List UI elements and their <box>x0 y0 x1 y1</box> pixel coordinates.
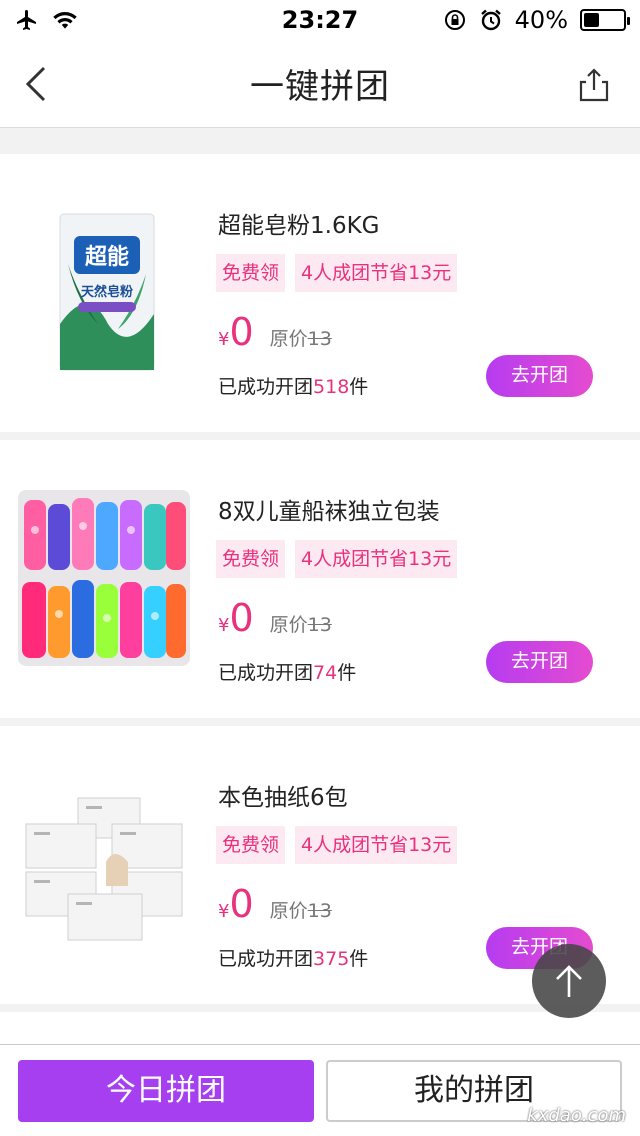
sold-count-row: 已成功开团518件 <box>218 372 368 399</box>
free-tag: 免费领 <box>216 826 286 864</box>
sold-count-row: 已成功开团375件 <box>218 944 368 971</box>
sold-count: 518 <box>313 376 350 398</box>
watermark: kxdao.com <box>527 1105 626 1126</box>
rotation-lock-icon <box>444 10 465 30</box>
price-value: 0 <box>229 310 254 354</box>
sold-prefix: 已成功开团 <box>218 662 314 684</box>
start-group-button[interactable]: 去开团 <box>486 355 593 397</box>
back-icon[interactable] <box>18 62 58 106</box>
original-price-label: 原价 <box>269 614 308 636</box>
product-title[interactable]: 8双儿童船袜独立包装 <box>218 492 440 526</box>
price-row: ¥ 0 原价 13 <box>218 882 332 926</box>
original-price-label: 原价 <box>269 900 308 922</box>
sold-prefix: 已成功开团 <box>218 948 314 970</box>
share-icon[interactable] <box>572 62 616 106</box>
detergent-sub-text: 天然皂粉 <box>81 284 133 300</box>
airplane-icon <box>17 10 36 30</box>
price-currency: ¥ <box>218 615 230 636</box>
price-row: ¥ 0 原价 13 <box>218 596 332 640</box>
product-image-tissue[interactable] <box>18 776 190 952</box>
sold-count: 74 <box>313 662 338 684</box>
price-currency: ¥ <box>218 329 230 350</box>
original-price-label: 原价 <box>269 328 308 350</box>
detergent-brand-text: 超能 <box>85 244 129 270</box>
today-group-button[interactable]: 今日拼团 <box>18 1060 314 1122</box>
group-saving-tag: 4人成团节省13元 <box>295 826 458 864</box>
sold-suffix: 件 <box>349 948 369 970</box>
battery-percent: 40% <box>514 6 568 34</box>
product-title[interactable]: 本色抽纸6包 <box>218 778 348 812</box>
battery-fill <box>584 13 600 27</box>
group-saving-tag: 4人成团节省13元 <box>295 254 458 292</box>
product-card[interactable]: 8双儿童船袜独立包装 免费领 4人成团节省13元 ¥ 0 原价 13 已成功开团… <box>0 440 640 718</box>
page-title: 一键拼团 <box>250 67 390 107</box>
arrow-up-icon <box>556 965 582 997</box>
price-value: 0 <box>229 596 254 640</box>
sold-count-row: 已成功开团74件 <box>218 658 356 685</box>
product-title[interactable]: 超能皂粉1.6KG <box>218 206 379 240</box>
bottom-bar: 今日拼团 我的拼团 kxdao.com <box>0 1044 640 1136</box>
sold-suffix: 件 <box>337 662 357 684</box>
status-bar: 23:27 40% <box>0 0 640 40</box>
nav-bar: 一键拼团 <box>0 40 640 128</box>
product-image-socks[interactable] <box>18 490 190 666</box>
product-image-detergent[interactable]: 超能 天然皂粉 <box>18 204 190 380</box>
status-left <box>14 8 78 32</box>
original-price-value: 13 <box>307 328 332 350</box>
price-row: ¥ 0 原价 13 <box>218 310 332 354</box>
group-saving-tag: 4人成团节省13元 <box>295 540 458 578</box>
price-value: 0 <box>229 882 254 926</box>
price-currency: ¥ <box>218 901 230 922</box>
start-group-button[interactable]: 去开团 <box>486 641 593 683</box>
free-tag: 免费领 <box>216 540 286 578</box>
sold-count: 375 <box>313 948 350 970</box>
free-tag: 免费领 <box>216 254 286 292</box>
sold-prefix: 已成功开团 <box>218 376 314 398</box>
wifi-icon <box>53 12 77 29</box>
product-card[interactable]: 超能 天然皂粉 超能皂粉1.6KG 免费领 4人成团节省13元 ¥ 0 原价 1… <box>0 154 640 432</box>
status-right: 40% <box>443 6 630 34</box>
alarm-icon <box>480 9 501 31</box>
battery-icon <box>580 9 630 31</box>
sold-suffix: 件 <box>349 376 369 398</box>
original-price-value: 13 <box>307 614 332 636</box>
scroll-to-top-button[interactable] <box>532 944 606 1018</box>
original-price-value: 13 <box>307 900 332 922</box>
